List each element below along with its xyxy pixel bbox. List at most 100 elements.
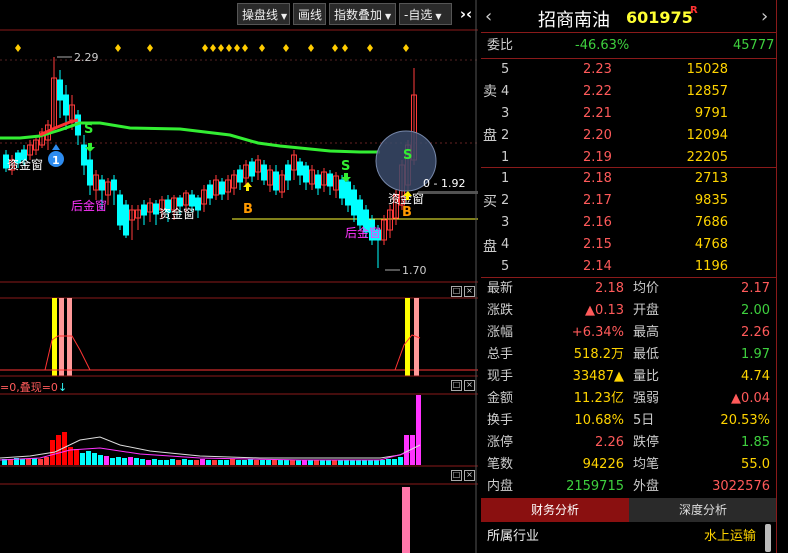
candle-body — [237, 169, 243, 183]
zijin-window-2: 资金窗 — [159, 206, 195, 221]
candle-body — [273, 171, 279, 191]
sell-order-row[interactable]: 4 2.22 12857 — [481, 81, 777, 103]
weibi-row: 委比 -46.63% 45777 — [481, 35, 777, 57]
maximize-panel-icon[interactable]: □ — [451, 470, 462, 481]
sell-order-row[interactable]: 3 2.21 9791 — [481, 103, 777, 125]
volume-bar — [44, 457, 49, 465]
volume-bar — [392, 459, 397, 465]
volume-bar — [368, 460, 373, 465]
candle-body — [207, 184, 213, 199]
volume-bar — [176, 460, 181, 465]
volume-bar — [308, 460, 313, 465]
volume-bar — [314, 460, 319, 465]
stat-label: 内盘 — [487, 479, 514, 494]
low-price-label: 1.70 — [402, 264, 427, 277]
stock-name: 招商南油 — [538, 10, 610, 31]
volume-bar — [284, 460, 289, 465]
maximize-panel-icon[interactable]: □ — [451, 380, 462, 391]
chart-area[interactable]: 操盘线 ▼ 画线 指数叠加 ▼ -自选 ▼ ›‹ S S S B B 资金窗 资金窗 — [0, 0, 478, 553]
close-panel-icon[interactable]: × — [464, 470, 475, 481]
volume-bar — [260, 460, 265, 465]
candle-body — [249, 161, 255, 177]
stat-row: 最新 2.18 均价 2.17 — [481, 278, 777, 300]
volume-bar — [188, 460, 193, 465]
buy-order-row[interactable]: 1 2.18 2713 — [481, 168, 777, 190]
industry-row[interactable]: 所属行业 水上运输 — [481, 526, 777, 548]
volume-bar — [158, 460, 163, 465]
buy-order-price: 2.14 — [583, 259, 612, 274]
buy-signal-1: B — [243, 202, 253, 217]
houjin-window-1: 后金窗 — [71, 198, 107, 213]
sell-order-row[interactable]: 5 2.23 15028 — [481, 59, 777, 81]
candle-body — [189, 194, 195, 207]
stat-label: 换手 — [487, 413, 514, 428]
volume-bar — [146, 460, 151, 465]
maximize-panel-icon[interactable]: □ — [451, 286, 462, 297]
candle-body — [357, 199, 363, 226]
stat-value: 4.74 — [741, 369, 770, 384]
stat-label: 均价 — [633, 281, 660, 296]
volume-bar — [20, 459, 25, 465]
volume-bar — [266, 460, 271, 465]
buy-order-row[interactable]: 5 2.14 1196 — [481, 256, 777, 278]
sell-order-level: 3 — [501, 106, 510, 121]
stat-value: 94226 — [582, 457, 624, 472]
stat-row: 内盘 2159715 外盘 3022576 — [481, 476, 777, 498]
tab-depth-analysis[interactable]: 深度分析 — [629, 498, 777, 522]
stock-code: 601975 — [626, 8, 693, 27]
high-price-label: 2.29 — [74, 51, 99, 64]
buy-order-price: 2.15 — [583, 237, 612, 252]
close-panel-icon[interactable]: × — [464, 380, 475, 391]
sell-order-level: 2 — [501, 128, 510, 143]
signal-diamond — [234, 44, 240, 52]
sell-signal-1: S — [84, 122, 93, 137]
candle-body — [81, 144, 87, 166]
candle-body — [261, 164, 267, 181]
volume-bar — [224, 460, 229, 465]
buy-order-level: 5 — [501, 259, 510, 274]
next-stock-icon[interactable]: › — [761, 6, 768, 27]
buy-order-level: 2 — [501, 193, 510, 208]
volume-bar — [170, 459, 175, 465]
stat-label: 笔数 — [487, 457, 514, 472]
candle-body — [345, 181, 351, 206]
sell-order-level: 4 — [501, 84, 510, 99]
volume-bar — [248, 459, 253, 465]
stat-value: 3022576 — [712, 479, 770, 494]
stat-value: 2.18 — [595, 281, 624, 296]
scrollbar[interactable] — [765, 524, 771, 552]
tab-financial-analysis[interactable]: 财务分析 — [481, 498, 629, 522]
stat-value: +6.34% — [571, 325, 624, 340]
close-panel-icon[interactable]: × — [464, 286, 475, 297]
sell-order-row[interactable]: 2 2.20 12094 — [481, 125, 777, 147]
stat-label: 均笔 — [633, 457, 660, 472]
sell-order-level: 1 — [501, 150, 510, 165]
prev-stock-icon[interactable]: ‹ — [485, 6, 492, 27]
volume-bar — [326, 460, 331, 465]
sell-order-price: 2.23 — [583, 62, 612, 77]
signal-diamond — [226, 44, 232, 52]
stat-row: 涨幅 +6.34% 最高 2.26 — [481, 322, 777, 344]
stat-value: ▲0.13 — [585, 303, 624, 318]
stat-value: 2.26 — [595, 435, 624, 450]
buy-order-row[interactable]: 3 2.16 7686 — [481, 212, 777, 234]
volume-bar — [218, 460, 223, 465]
industry-value: 水上运输 — [704, 529, 757, 544]
volume-bars — [2, 395, 421, 465]
stat-value: 20.53% — [720, 413, 770, 428]
buy-signal-2: B — [402, 205, 412, 220]
sell-order-row[interactable]: 1 2.19 22205 — [481, 147, 777, 169]
volume-bar — [416, 395, 421, 465]
stat-row: 现手 33487▲ 量比 4.74 — [481, 366, 777, 388]
candle-body — [63, 94, 69, 116]
volume-bar — [182, 459, 187, 465]
buy-order-row[interactable]: 2 2.17 9835 — [481, 190, 777, 212]
volume-bar — [380, 460, 385, 465]
kline-chart: S S S B B 资金窗 资金窗 资金窗 后金窗 后金窗 1 2.29 1.7… — [0, 0, 478, 553]
stat-label: 最新 — [487, 281, 514, 296]
buy-order-row[interactable]: 4 2.15 4768 — [481, 234, 777, 256]
stat-label: 总手 — [487, 347, 514, 362]
zijin-window-1: 资金窗 — [7, 157, 43, 172]
signal-diamond — [15, 44, 21, 52]
volume-bar — [404, 435, 409, 465]
